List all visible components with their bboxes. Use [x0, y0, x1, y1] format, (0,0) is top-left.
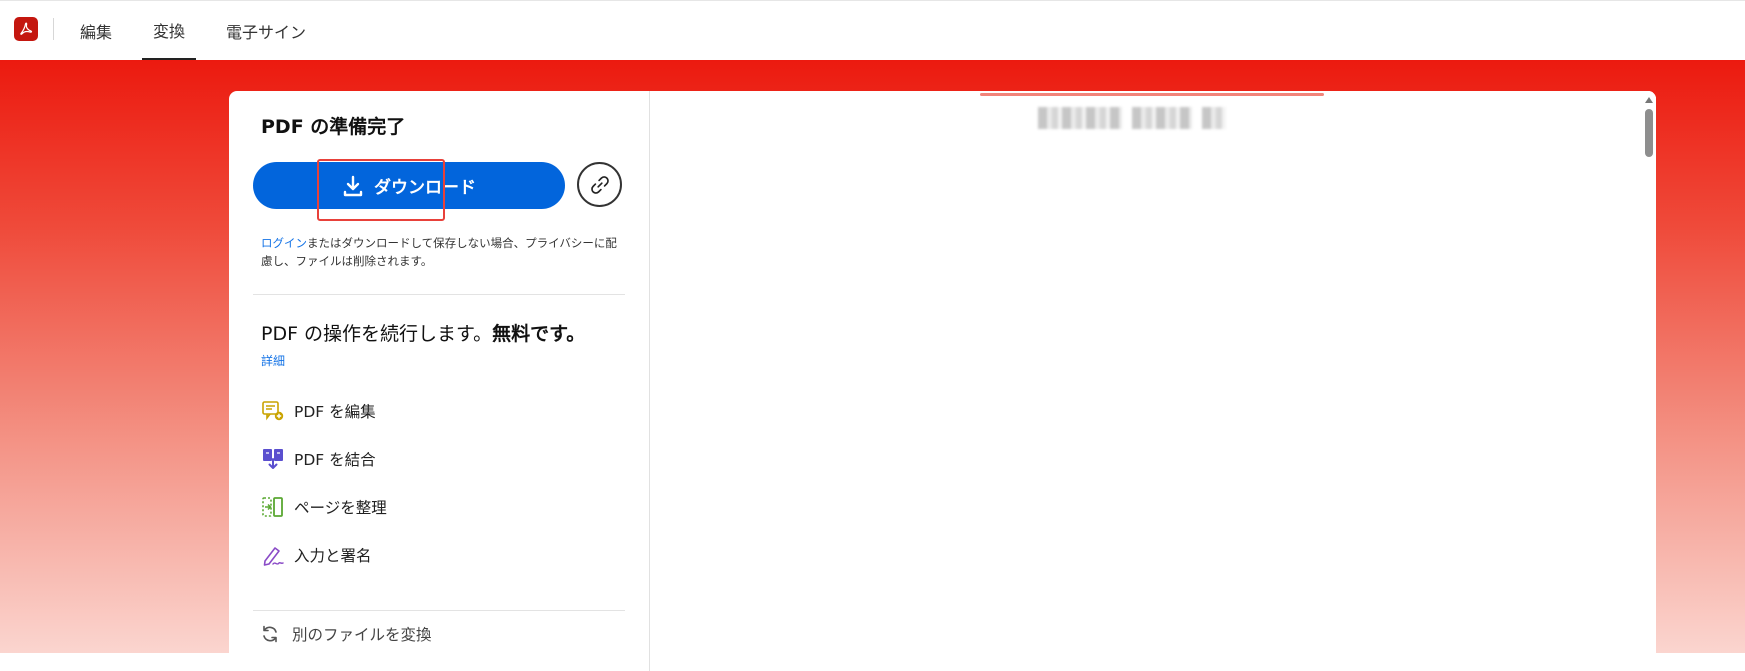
acrobat-logo-icon[interactable]	[14, 17, 38, 41]
logo-separator	[53, 18, 54, 40]
divider	[253, 610, 625, 611]
tool-fill-sign[interactable]: 入力と署名	[260, 541, 372, 569]
tab-convert[interactable]: 変換	[142, 1, 197, 60]
blurred-text	[1202, 107, 1226, 129]
combine-pdf-icon	[260, 446, 286, 472]
side-panel: PDF の準備完了 ダウンロード ログインまたはダウンロードして保存しない場合、…	[229, 91, 650, 671]
blurred-text	[1132, 107, 1192, 129]
tool-label: PDF を編集	[294, 403, 376, 421]
document-preview[interactable]	[650, 91, 1656, 671]
link-icon	[589, 174, 611, 196]
continue-heading: PDF の操作を続行します。無料です。	[261, 319, 585, 346]
blurred-text	[1038, 107, 1122, 129]
tab-e-sign[interactable]: 電子サイン	[226, 1, 306, 60]
scrollbar-thumb[interactable]	[1645, 109, 1653, 157]
tool-label: 入力と署名	[294, 547, 372, 565]
convert-other-label: 別のファイルを変換	[292, 626, 432, 644]
share-link-button[interactable]	[577, 162, 622, 207]
organize-pages-icon	[260, 494, 286, 520]
top-nav-bar: 編集 変換 電子サイン	[0, 0, 1745, 60]
scroll-up-arrow-icon[interactable]	[1645, 97, 1653, 103]
tool-label: ページを整理	[294, 499, 387, 517]
download-label: ダウンロード	[374, 178, 476, 198]
convert-another-file-link[interactable]: 別のファイルを変換	[260, 621, 432, 647]
tab-edit[interactable]: 編集	[80, 1, 112, 60]
fill-sign-icon	[260, 542, 286, 568]
result-card: PDF の準備完了 ダウンロード ログインまたはダウンロードして保存しない場合、…	[229, 91, 1656, 671]
details-link[interactable]: 詳細	[261, 352, 285, 369]
preview-scrollbar[interactable]	[1642, 91, 1656, 671]
tool-label: PDF を結合	[294, 451, 376, 469]
privacy-note: ログインまたはダウンロードして保存しない場合、プライバシーに配慮し、ファイルは削…	[261, 234, 621, 270]
blurred-document-title	[1038, 107, 1226, 129]
login-link[interactable]: ログイン	[261, 236, 307, 250]
edit-pdf-icon	[260, 398, 286, 424]
continue-text: PDF の操作を続行します。	[261, 323, 493, 345]
refresh-icon	[260, 624, 282, 644]
tool-organize-pages[interactable]: ページを整理	[260, 493, 387, 521]
free-text: 無料です。	[492, 323, 586, 345]
tool-edit-pdf[interactable]: PDF を編集	[260, 397, 376, 425]
download-button[interactable]: ダウンロード	[253, 162, 565, 209]
divider	[253, 294, 625, 295]
privacy-text: またはダウンロードして保存しない場合、プライバシーに配慮し、ファイルは削除されま…	[261, 236, 617, 268]
tool-combine-pdf[interactable]: PDF を結合	[260, 445, 376, 473]
panel-title: PDF の準備完了	[261, 116, 406, 138]
download-icon	[342, 175, 364, 197]
preview-loading-bar	[980, 93, 1324, 96]
